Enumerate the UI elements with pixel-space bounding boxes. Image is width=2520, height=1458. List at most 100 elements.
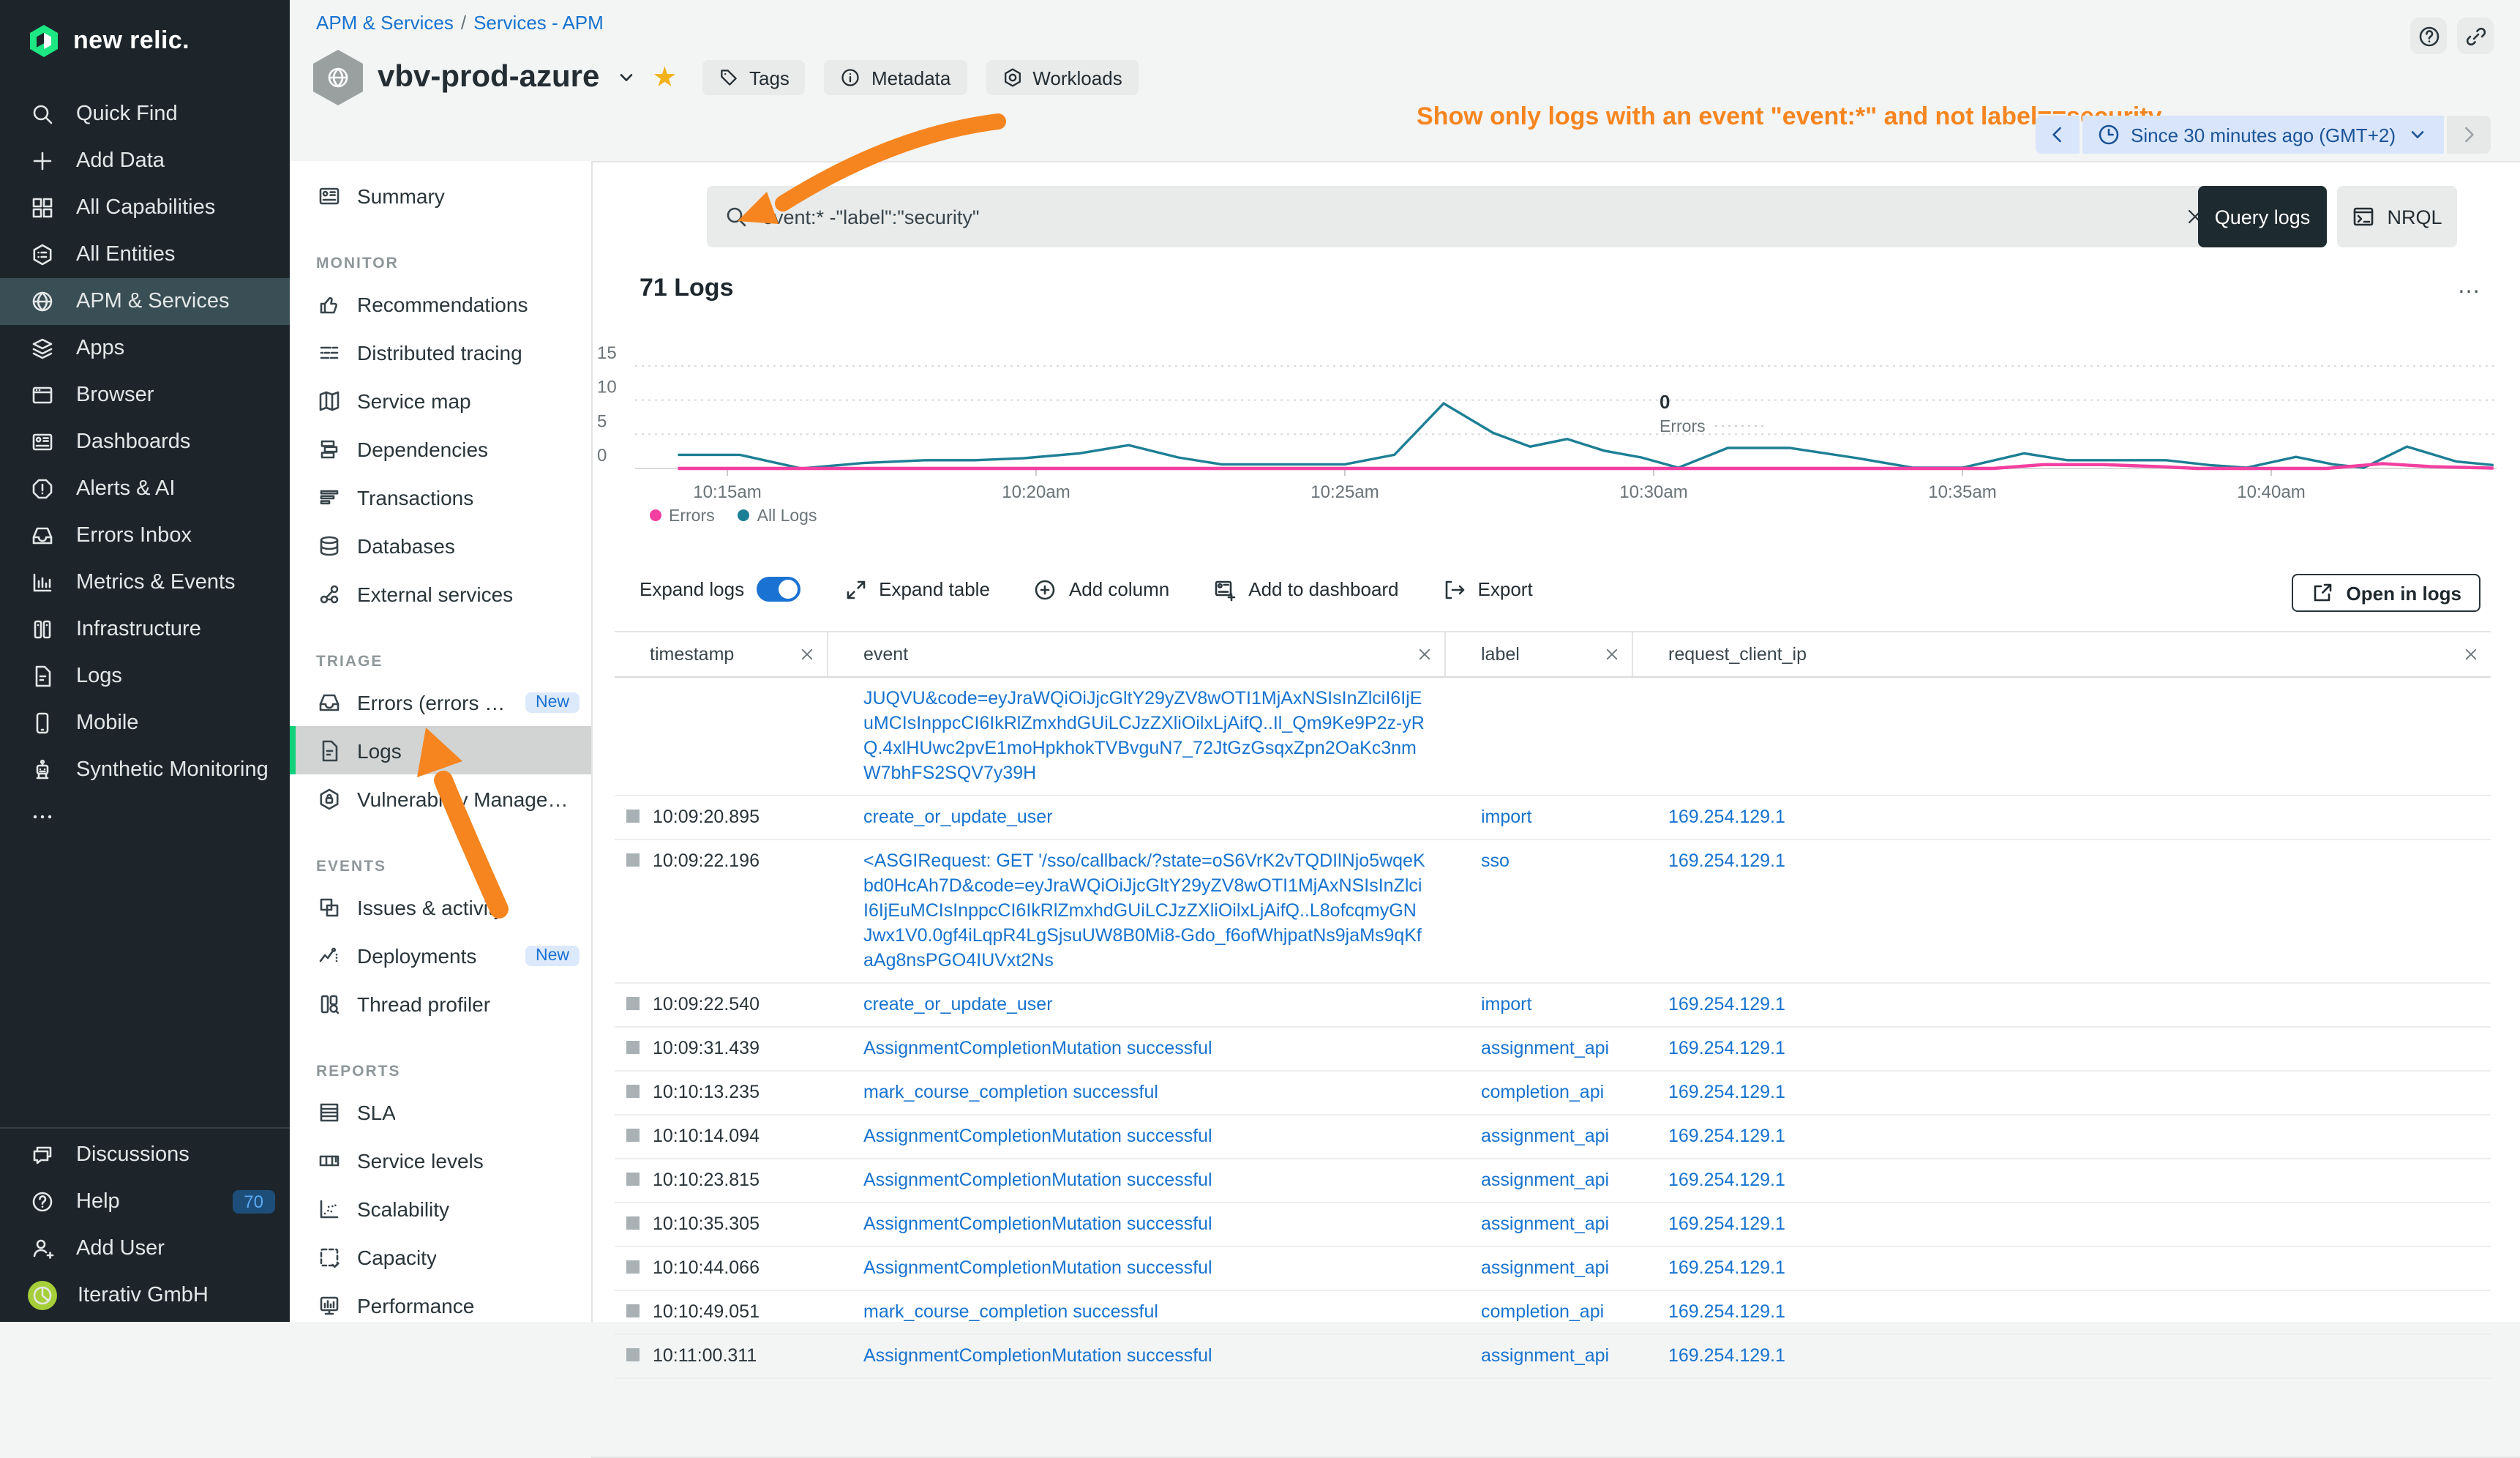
nav-item-distributed-tracing[interactable]: Distributed tracing xyxy=(290,328,591,376)
log-row[interactable]: 10:10:44.066AssignmentCompletionMutation… xyxy=(615,1247,2491,1291)
nav-item-thread-profiler[interactable]: Thread profiler xyxy=(290,979,591,1028)
nav-item-issues-activity[interactable]: Issues & activity xyxy=(290,883,591,931)
logs-menu-button[interactable]: … xyxy=(2457,274,2482,300)
nav-item-external-services[interactable]: External services xyxy=(290,569,591,618)
sidebar-footer-add-user[interactable]: Add User xyxy=(0,1225,290,1272)
log-event-link[interactable]: AssignmentCompletionMutation successful xyxy=(863,1170,1212,1190)
nav-item-scalability[interactable]: Scalability xyxy=(290,1184,591,1233)
nav-item-databases[interactable]: Databases xyxy=(290,521,591,569)
log-row[interactable]: JUQVU&code=eyJraWQiOiJjcGltY29yZV8wOTI1M… xyxy=(615,678,2491,796)
nav-item-recommendations[interactable]: Recommendations xyxy=(290,280,591,328)
remove-column-icon[interactable] xyxy=(2463,646,2479,662)
log-label-link[interactable]: import xyxy=(1481,994,1531,1014)
log-ip-link[interactable]: 169.254.129.1 xyxy=(1668,807,1785,827)
log-label-link[interactable]: import xyxy=(1481,807,1531,827)
nav-item-errors-errors-inb[interactable]: Errors (errors inb...New xyxy=(290,678,591,726)
log-event-link[interactable]: JUQVU&code=eyJraWQiOiJjcGltY29yZV8wOTI1M… xyxy=(863,688,1425,783)
entity-chevron-down-icon[interactable] xyxy=(614,66,637,89)
sidebar-item-dashboards[interactable]: Dashboards xyxy=(0,419,290,466)
sidebar-item-alerts-ai[interactable]: Alerts & AI xyxy=(0,466,290,512)
log-event-link[interactable]: AssignmentCompletionMutation successful xyxy=(863,1214,1212,1234)
sidebar-item-mobile[interactable]: Mobile xyxy=(0,700,290,747)
remove-column-icon[interactable] xyxy=(1417,646,1433,662)
time-forward-button[interactable] xyxy=(2447,116,2491,154)
log-event-link[interactable]: AssignmentCompletionMutation successful xyxy=(863,1257,1212,1278)
sidebar-item-add-data[interactable]: Add Data xyxy=(0,138,290,184)
copy-link-button[interactable] xyxy=(2457,18,2494,54)
sidebar-footer-help[interactable]: Help70 xyxy=(0,1178,290,1225)
log-event-link[interactable]: create_or_update_user xyxy=(863,807,1053,827)
log-row[interactable]: 10:10:49.051mark_course_completion succe… xyxy=(615,1291,2491,1335)
nav-item-service-map[interactable]: Service map xyxy=(290,376,591,425)
log-label-link[interactable]: assignment_api xyxy=(1481,1126,1609,1146)
log-row[interactable]: 10:09:22.540create_or_update_userimport1… xyxy=(615,984,2491,1028)
log-event-link[interactable]: AssignmentCompletionMutation successful xyxy=(863,1345,1212,1366)
log-event-link[interactable]: mark_course_completion successful xyxy=(863,1082,1158,1102)
log-ip-link[interactable]: 169.254.129.1 xyxy=(1668,1301,1785,1322)
log-row[interactable]: 10:10:14.094AssignmentCompletionMutation… xyxy=(615,1115,2491,1159)
log-label-link[interactable]: assignment_api xyxy=(1481,1170,1609,1190)
remove-column-icon[interactable] xyxy=(799,646,815,662)
breadcrumb-apm-services[interactable]: APM & Services xyxy=(316,12,454,34)
log-event-link[interactable]: create_or_update_user xyxy=(863,994,1053,1014)
nav-item-dependencies[interactable]: Dependencies xyxy=(290,425,591,473)
nav-item-summary[interactable]: Summary xyxy=(290,171,591,220)
sidebar-item-all-entities[interactable]: All Entities xyxy=(0,231,290,278)
nav-item-performance[interactable]: Performance xyxy=(290,1281,591,1322)
log-ip-link[interactable]: 169.254.129.1 xyxy=(1668,1214,1785,1234)
log-event-link[interactable]: AssignmentCompletionMutation successful xyxy=(863,1126,1212,1146)
log-ip-link[interactable]: 169.254.129.1 xyxy=(1668,994,1785,1014)
log-row[interactable]: 10:10:23.815AssignmentCompletionMutation… xyxy=(615,1159,2491,1203)
log-row[interactable]: 10:09:20.895create_or_update_userimport1… xyxy=(615,796,2491,840)
workloads-button[interactable]: Workloads xyxy=(986,60,1138,95)
log-ip-link[interactable]: 169.254.129.1 xyxy=(1668,1082,1785,1102)
nav-item-service-levels[interactable]: Service levels xyxy=(290,1136,591,1184)
add-to-dashboard-button[interactable]: Add to dashboard xyxy=(1213,577,1398,601)
breadcrumb-services-apm[interactable]: Services - APM xyxy=(473,12,604,34)
log-event-link[interactable]: mark_course_completion successful xyxy=(863,1301,1158,1322)
logs-timeseries-chart[interactable]: 05101510:15am10:20am10:25am10:30am10:35a… xyxy=(582,335,2507,511)
time-back-button[interactable] xyxy=(2036,116,2080,154)
open-in-logs-button[interactable]: Open in logs xyxy=(2292,574,2480,612)
query-logs-button[interactable]: Query logs xyxy=(2198,186,2327,247)
log-ip-link[interactable]: 169.254.129.1 xyxy=(1668,1038,1785,1058)
sidebar-footer-iterativ-gmbh[interactable]: Iterativ GmbH xyxy=(0,1272,290,1319)
log-event-link[interactable]: <ASGIRequest: GET '/sso/callback/?state=… xyxy=(863,850,1425,971)
sidebar-item-quick-find[interactable]: Quick Find xyxy=(0,91,290,138)
nrql-button[interactable]: NRQL xyxy=(2337,186,2457,247)
sidebar-footer-discussions[interactable]: Discussions xyxy=(0,1132,290,1178)
sidebar-item-browser[interactable]: Browser xyxy=(0,372,290,419)
expand-table-button[interactable]: Expand table xyxy=(844,577,990,601)
log-label-link[interactable]: assignment_api xyxy=(1481,1038,1609,1058)
log-ip-link[interactable]: 169.254.129.1 xyxy=(1668,850,1785,871)
sidebar-item-apm-services[interactable]: APM & Services xyxy=(0,278,290,325)
tags-button[interactable]: Tags xyxy=(702,60,806,95)
sidebar-item-logs[interactable]: Logs xyxy=(0,653,290,700)
nav-item-logs[interactable]: Logs xyxy=(290,726,591,774)
legend-all-logs[interactable]: All Logs xyxy=(738,508,817,526)
sidebar-item-apps[interactable]: Apps xyxy=(0,325,290,372)
entity-name[interactable]: vbv-prod-azure xyxy=(378,60,599,95)
sidebar-item-all-capabilities[interactable]: All Capabilities xyxy=(0,184,290,231)
help-button[interactable] xyxy=(2410,18,2447,54)
log-row[interactable]: 10:09:22.196<ASGIRequest: GET '/sso/call… xyxy=(615,840,2491,984)
log-label-link[interactable]: assignment_api xyxy=(1481,1345,1609,1366)
add-column-button[interactable]: Add column xyxy=(1034,577,1169,601)
log-label-link[interactable]: assignment_api xyxy=(1481,1257,1609,1278)
legend-errors[interactable]: Errors xyxy=(650,508,715,526)
expand-logs-switch[interactable] xyxy=(756,577,800,602)
log-ip-link[interactable]: 169.254.129.1 xyxy=(1668,1257,1785,1278)
nav-item-capacity[interactable]: Capacity xyxy=(290,1233,591,1281)
log-row[interactable]: 10:10:35.305AssignmentCompletionMutation… xyxy=(615,1203,2491,1247)
log-label-link[interactable]: assignment_api xyxy=(1481,1214,1609,1234)
logs-search-input[interactable]: event:* -"label":"security" xyxy=(707,186,2223,247)
favorite-star-icon[interactable]: ★ xyxy=(652,61,677,94)
log-label-link[interactable]: completion_api xyxy=(1481,1301,1604,1322)
sidebar-item-infrastructure[interactable]: Infrastructure xyxy=(0,606,290,653)
log-ip-link[interactable]: 169.254.129.1 xyxy=(1668,1345,1785,1366)
sidebar-item-metrics-events[interactable]: Metrics & Events xyxy=(0,559,290,606)
metadata-button[interactable]: Metadata xyxy=(825,60,967,95)
sidebar-item-errors-inbox[interactable]: Errors Inbox xyxy=(0,512,290,559)
sidebar-item-more[interactable] xyxy=(0,793,290,840)
nav-item-transactions[interactable]: Transactions xyxy=(290,473,591,521)
